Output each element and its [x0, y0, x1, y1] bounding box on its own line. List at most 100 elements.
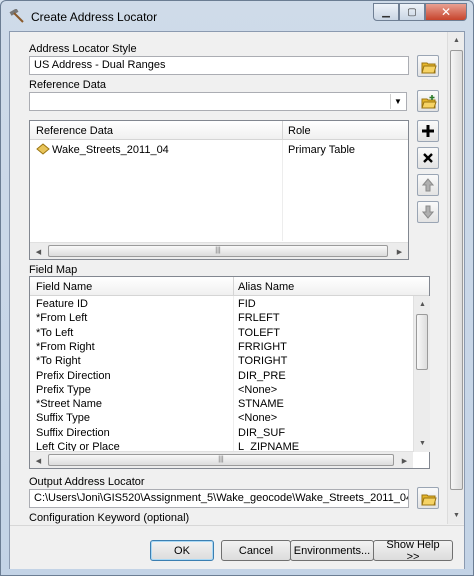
- alias-name-cell[interactable]: DIR_SUF: [238, 427, 285, 439]
- alias-name-cell[interactable]: <None>: [238, 412, 277, 424]
- hammer-icon: [9, 9, 24, 23]
- table-row[interactable]: Wake_Streets_2011_04 Primary Table: [30, 142, 408, 158]
- scroll-left-icon[interactable]: ◀: [30, 243, 47, 260]
- column-header-alias-name[interactable]: Alias Name: [238, 281, 294, 293]
- reference-data-cell: Wake_Streets_2011_04: [52, 144, 169, 156]
- parameters-pane: Address Locator Style US Address - Dual …: [10, 32, 445, 524]
- title-bar[interactable]: Create Address Locator ▁ ▢ ✕: [1, 1, 473, 31]
- reference-table-hscrollbar[interactable]: ◀ ||| ▶: [30, 242, 408, 259]
- reference-data-label: Reference Data: [29, 79, 107, 91]
- environments-button[interactable]: Environments...: [290, 540, 374, 561]
- scroll-down-icon[interactable]: ▼: [448, 507, 465, 524]
- alias-name-cell[interactable]: FRLEFT: [238, 312, 280, 324]
- column-header-field-name[interactable]: Field Name: [36, 281, 92, 293]
- field-name-cell: *From Right: [36, 340, 95, 353]
- ok-button[interactable]: OK: [150, 540, 214, 561]
- folder-open-icon: [421, 494, 437, 506]
- folder-open-icon: [421, 62, 437, 74]
- output-locator-value: C:\Users\Joni\GIS520\Assignment_5\Wake_g…: [34, 492, 408, 504]
- minimize-button[interactable]: ▁: [373, 3, 399, 21]
- scroll-right-icon[interactable]: ▶: [391, 243, 408, 260]
- table-row[interactable]: Suffix Type <None>: [30, 411, 412, 426]
- table-row[interactable]: *From Left FRLEFT: [30, 311, 412, 326]
- add-row-button[interactable]: [417, 120, 439, 142]
- field-map-table-header: Field Name Alias Name: [30, 277, 429, 296]
- arrow-up-icon: [422, 178, 434, 192]
- field-name-cell: *To Right: [36, 355, 81, 368]
- alias-name-cell[interactable]: <None>: [238, 384, 277, 396]
- maximize-button[interactable]: ▢: [399, 3, 425, 21]
- show-help-button[interactable]: Show Help >>: [373, 539, 453, 563]
- column-header-role[interactable]: Role: [288, 125, 311, 137]
- field-map-table: Field Name Alias Name Feature ID FID *From…: [29, 276, 430, 469]
- remove-row-button[interactable]: [417, 147, 439, 169]
- table-row[interactable]: Feature ID FID: [30, 297, 412, 312]
- chevron-down-icon[interactable]: ▼: [390, 94, 405, 109]
- window-title: Create Address Locator: [31, 10, 158, 24]
- table-row[interactable]: *To Right TORIGHT: [30, 354, 412, 369]
- move-down-button[interactable]: [417, 201, 439, 223]
- alias-name-cell[interactable]: STNAME: [238, 398, 284, 410]
- reference-data-combo[interactable]: ▼: [29, 92, 407, 111]
- close-icon: ✕: [440, 5, 452, 19]
- scrollbar-thumb[interactable]: |||: [48, 454, 394, 466]
- role-cell: Primary Table: [288, 144, 356, 156]
- field-name-cell: *To Left: [36, 326, 74, 339]
- add-reference-data-button[interactable]: [417, 90, 439, 112]
- dialog-button-bar: OK Cancel Environments... Show Help >>: [10, 525, 464, 569]
- column-header-reference-data[interactable]: Reference Data: [36, 125, 113, 137]
- scroll-up-icon[interactable]: ▲: [414, 296, 431, 313]
- table-row[interactable]: *To Left TOLEFT: [30, 326, 412, 341]
- field-name-cell: *From Left: [36, 312, 88, 325]
- alias-name-cell[interactable]: DIR_PRE: [238, 370, 286, 382]
- field-name-cell: Prefix Direction: [36, 369, 111, 382]
- alias-name-cell[interactable]: FRRIGHT: [238, 341, 287, 353]
- minimize-icon: ▁: [382, 6, 390, 18]
- table-row[interactable]: *Street Name STNAME: [30, 397, 412, 412]
- table-row[interactable]: Prefix Direction DIR_PRE: [30, 369, 412, 384]
- dialog-vscrollbar[interactable]: ▲ ▼: [447, 32, 464, 524]
- browse-output-button[interactable]: [417, 487, 439, 509]
- close-button[interactable]: ✕: [425, 3, 467, 21]
- plus-icon: [422, 125, 434, 137]
- scroll-right-icon[interactable]: ▶: [396, 452, 413, 469]
- field-name-cell: Suffix Type: [36, 412, 91, 425]
- config-keyword-label: Configuration Keyword (optional): [29, 512, 190, 524]
- maximize-icon: ▢: [407, 6, 417, 18]
- scrollbar-thumb[interactable]: [416, 314, 428, 370]
- scroll-down-icon[interactable]: ▼: [414, 435, 431, 452]
- reference-data-table-header: Reference Data Role: [30, 121, 408, 140]
- move-up-button[interactable]: [417, 174, 439, 196]
- field-map-label: Field Map: [29, 264, 78, 276]
- address-locator-style-field[interactable]: US Address - Dual Ranges: [29, 56, 409, 75]
- table-row[interactable]: *From Right FRRIGHT: [30, 340, 412, 355]
- address-locator-style-value: US Address - Dual Ranges: [34, 59, 166, 71]
- field-name-cell: *Street Name: [36, 398, 103, 411]
- address-locator-style-label: Address Locator Style: [29, 43, 137, 55]
- table-row[interactable]: Prefix Type <None>: [30, 383, 412, 398]
- dialog-window: Create Address Locator ▁ ▢ ✕ Address Loc…: [0, 0, 474, 576]
- field-map-vscrollbar[interactable]: ▲ ▼: [413, 296, 430, 452]
- field-name-cell: Feature ID: [36, 298, 88, 310]
- feature-class-icon: [36, 143, 50, 155]
- delete-x-icon: [423, 153, 433, 163]
- arrow-down-icon: [422, 205, 434, 219]
- alias-name-cell[interactable]: FID: [238, 298, 256, 310]
- field-name-cell: Suffix Direction: [36, 426, 110, 439]
- output-locator-label: Output Address Locator: [29, 476, 145, 488]
- folder-add-icon: [421, 95, 437, 109]
- scrollbar-thumb[interactable]: [450, 50, 463, 490]
- alias-name-cell[interactable]: TOLEFT: [238, 327, 280, 339]
- field-name-cell: Prefix Type: [36, 383, 91, 396]
- scrollbar-thumb[interactable]: |||: [48, 245, 388, 257]
- dialog-client-area: Address Locator Style US Address - Dual …: [9, 31, 465, 569]
- scroll-left-icon[interactable]: ◀: [30, 452, 47, 469]
- alias-name-cell[interactable]: TORIGHT: [238, 355, 287, 367]
- browse-style-button[interactable]: [417, 55, 439, 77]
- reference-data-table: Reference Data Role Wake_Streets_2011_04…: [29, 120, 409, 260]
- output-locator-field[interactable]: C:\Users\Joni\GIS520\Assignment_5\Wake_g…: [29, 489, 409, 508]
- cancel-button[interactable]: Cancel: [221, 540, 291, 561]
- field-map-hscrollbar[interactable]: ◀ ||| ▶: [30, 451, 413, 468]
- table-row[interactable]: Suffix Direction DIR_SUF: [30, 426, 412, 441]
- scroll-up-icon[interactable]: ▲: [448, 32, 465, 49]
